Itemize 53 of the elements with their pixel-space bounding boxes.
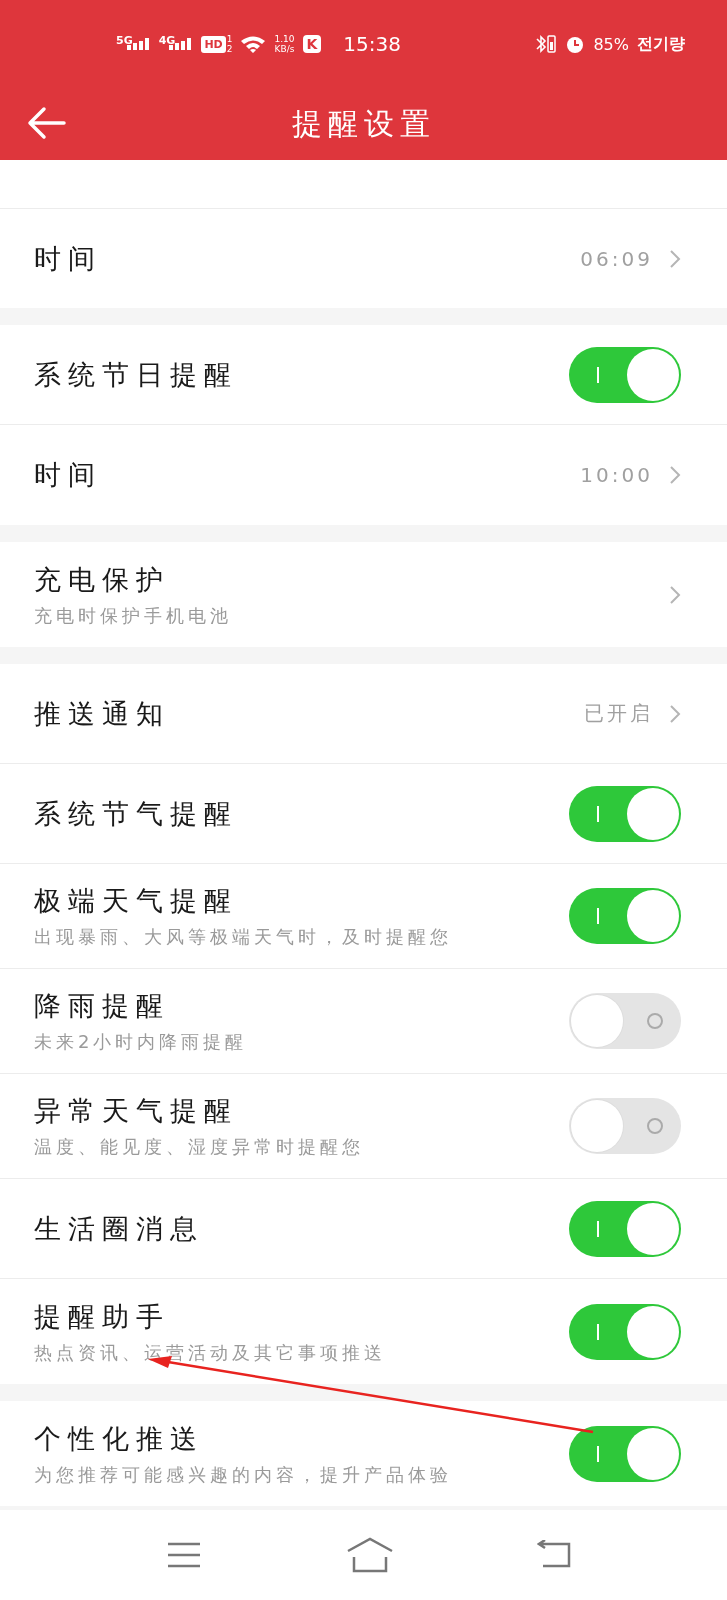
setting-description: 为您推荐可能感兴趣的内容，提升产品体验	[34, 1462, 453, 1487]
settings-row[interactable]: 系统节气提醒	[0, 764, 727, 864]
setting-value: 10:00	[580, 463, 653, 487]
setting-title: 时间	[34, 241, 103, 276]
page-title: 提醒设置	[291, 104, 436, 143]
chevron-icon	[669, 703, 681, 724]
battery-percent: 85%	[593, 34, 629, 54]
settings-row[interactable]: 系统节日提醒	[0, 325, 727, 425]
setting-description: 未来2小时内降雨提醒	[34, 1030, 249, 1054]
setting-value: 06:09	[580, 246, 653, 271]
setting-title: 提醒助手	[34, 1299, 171, 1334]
alarm-icon	[565, 34, 586, 54]
setting-description: 温度、能见度、湿度异常时提醒您	[34, 1135, 365, 1159]
settings-row[interactable]: 极端天气提醒 出现暴雨、大风等极端天气时，及时提醒您	[0, 864, 727, 969]
settings-row[interactable]: 生活圈消息	[0, 1179, 727, 1279]
setting-title: 充电保护	[34, 562, 171, 597]
app-badge: K	[302, 35, 322, 53]
wifi-icon	[240, 35, 267, 53]
hd-badge: HD	[201, 35, 226, 53]
settings-row[interactable]: 异常天气提醒 温度、能见度、湿度异常时提醒您	[0, 1074, 727, 1179]
toggle-switch[interactable]	[569, 993, 681, 1049]
network-label: 5G	[116, 34, 133, 47]
setting-description: 充电时保护手机电池	[34, 603, 233, 628]
toggle-switch[interactable]	[569, 1098, 681, 1154]
speed-unit: KB/s	[274, 44, 295, 54]
settings-row[interactable]: 时间 10:00	[0, 425, 727, 525]
speed-value: 1.10	[274, 34, 295, 44]
setting-value: 已开启	[584, 700, 653, 727]
clock-time: 15:38	[343, 32, 401, 56]
setting-title: 个性化推送	[34, 1421, 205, 1456]
setting-description: 出现暴雨、大风等极端天气时，及时提醒您	[34, 925, 453, 949]
setting-title: 降雨提醒	[34, 989, 171, 1023]
setting-title: 异常天气提醒	[34, 1094, 239, 1128]
settings-row[interactable]: 充电保护 充电时保护手机电池	[0, 542, 727, 647]
hd-sim-number: 1	[226, 34, 233, 44]
setting-title: 极端天气提醒	[34, 884, 239, 918]
network-label: 4G	[158, 34, 176, 47]
chevron-icon	[669, 465, 681, 485]
toggle-switch[interactable]	[569, 1425, 681, 1482]
hd-sim-number: 2	[226, 44, 233, 54]
setting-title: 生活圈消息	[34, 1211, 205, 1246]
toggle-switch[interactable]	[569, 888, 681, 944]
setting-title: 推送通知	[34, 696, 171, 731]
chevron-icon	[669, 584, 681, 605]
settings-row[interactable]: 个性化推送 为您推荐可能感兴趣的内容，提升产品体验	[0, 1401, 727, 1506]
battery-label: 전기량	[637, 33, 685, 55]
chevron-icon	[669, 248, 681, 269]
settings-row[interactable]: 降雨提醒 未来2小时内降雨提醒	[0, 969, 727, 1074]
settings-row[interactable]: 推送通知 已开启	[0, 664, 727, 764]
setting-title: 系统节气提醒	[34, 796, 239, 831]
bluetooth-battery-icon	[535, 34, 558, 54]
setting-title: 时间	[34, 458, 103, 492]
setting-title: 系统节日提醒	[34, 357, 239, 392]
